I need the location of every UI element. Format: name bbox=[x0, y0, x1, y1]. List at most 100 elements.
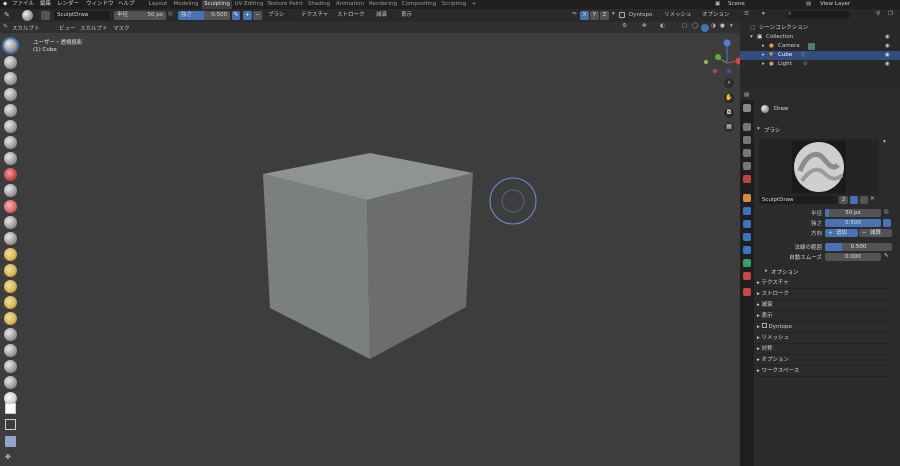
pinch-tool-icon[interactable] bbox=[4, 232, 17, 245]
scene-name[interactable]: Scene bbox=[728, 0, 745, 9]
rendered-shading-icon[interactable]: ● bbox=[720, 23, 725, 29]
xray-icon[interactable]: ▢ bbox=[682, 23, 687, 29]
expand-arrow-icon[interactable]: ▾ bbox=[750, 33, 753, 42]
boundary-tool-icon[interactable] bbox=[4, 344, 17, 357]
material-tab-icon[interactable] bbox=[743, 272, 751, 280]
new-collection-icon[interactable]: ❐ bbox=[888, 11, 893, 17]
panel-workspace[interactable]: ▸ ワークスペース bbox=[757, 366, 893, 377]
brush-dropdown[interactable]: ブラシ bbox=[265, 11, 297, 20]
scene-icon[interactable]: ▣ bbox=[715, 0, 720, 9]
menu-edit[interactable]: 編集 bbox=[40, 0, 51, 9]
menu-mask[interactable]: マスク bbox=[113, 24, 130, 32]
layer-tool-icon[interactable] bbox=[4, 104, 17, 117]
dyntopo-panel-checkbox[interactable] bbox=[761, 323, 767, 328]
texture-dropdown[interactable]: テクスチャ bbox=[298, 11, 332, 20]
menu-file[interactable]: ファイル bbox=[12, 0, 34, 9]
expand-arrow-icon[interactable]: ▸ bbox=[762, 42, 765, 51]
menu-sculpt[interactable]: スカルプト bbox=[80, 24, 108, 32]
options-sub-arrow-icon[interactable]: ▸ bbox=[765, 268, 768, 274]
draw-sharp-tool-icon[interactable] bbox=[4, 56, 17, 69]
panel-dyntopo[interactable]: ▸ Dyntopo bbox=[757, 322, 893, 333]
options-subpanel[interactable]: オプション bbox=[771, 268, 799, 276]
normal-radius-field[interactable]: 0.500 bbox=[825, 243, 892, 251]
tab-compositing[interactable]: Compositing bbox=[400, 0, 438, 9]
direction-sub-button[interactable]: − bbox=[253, 11, 262, 20]
visibility-eye-icon[interactable]: ◉ bbox=[885, 42, 890, 51]
brush-browse-icon[interactable] bbox=[41, 11, 50, 20]
view-layer-icon[interactable]: ▤ bbox=[806, 0, 811, 9]
transform-tool-icon[interactable]: ✥ bbox=[5, 453, 16, 461]
outliner-editor-icon[interactable]: ☰ bbox=[744, 11, 749, 17]
slide-relax-tool-icon[interactable] bbox=[4, 328, 17, 341]
grab-tool-icon[interactable] bbox=[4, 248, 17, 261]
box-mask-tool-icon[interactable] bbox=[5, 403, 16, 414]
particles-tab-icon[interactable] bbox=[743, 220, 751, 228]
visibility-eye-icon[interactable]: ◉ bbox=[885, 51, 890, 60]
autosmooth-field[interactable]: 0.000 bbox=[825, 253, 881, 261]
material-shading-icon[interactable]: ◑ bbox=[711, 23, 716, 29]
stroke-dropdown[interactable]: ストローク bbox=[334, 11, 370, 20]
menu-window[interactable]: ウィンドウ bbox=[86, 0, 114, 9]
tree-row-collection[interactable]: ▾ ▣ Collection ◉ bbox=[740, 33, 900, 42]
tool-tab-icon[interactable] bbox=[743, 104, 751, 112]
strength-pressure-icon[interactable] bbox=[883, 219, 891, 227]
gizmo-icon[interactable]: ✥ bbox=[642, 23, 647, 29]
display-dropdown[interactable]: 表示 bbox=[398, 11, 420, 20]
clay-tool-icon[interactable] bbox=[4, 72, 17, 85]
axis-z-toggle[interactable]: Z bbox=[600, 11, 609, 20]
radius-pressure-icon[interactable]: ◎ bbox=[884, 209, 889, 215]
world-tab-icon[interactable] bbox=[743, 175, 751, 183]
tab-modeling[interactable]: Modeling bbox=[171, 0, 201, 9]
pan-hand-icon[interactable]: ✋ bbox=[724, 93, 734, 103]
clay-strips-tool-icon[interactable] bbox=[4, 88, 17, 101]
solid-shading-icon[interactable] bbox=[701, 24, 709, 32]
expand-arrow-icon[interactable]: ▸ bbox=[762, 60, 765, 69]
blob-tool-icon[interactable] bbox=[4, 136, 17, 149]
remesh-dropdown[interactable]: リメッシュ bbox=[661, 11, 697, 20]
brush-section-arrow-icon[interactable]: ▾ bbox=[757, 126, 760, 132]
visibility-icon[interactable]: ⚙ bbox=[622, 23, 627, 29]
scrape-tool-icon[interactable] bbox=[4, 216, 17, 229]
modifiers-tab-icon[interactable] bbox=[743, 207, 751, 215]
tab-texture-paint[interactable]: Texture Paint bbox=[266, 0, 304, 9]
perspective-grid-icon[interactable]: ▦ bbox=[724, 122, 734, 132]
falloff-dropdown[interactable]: 減衰 bbox=[373, 11, 395, 20]
box-hide-tool-icon[interactable] bbox=[5, 419, 16, 430]
view-layer-tab-icon[interactable] bbox=[743, 149, 751, 157]
gizmo-neg-x[interactable] bbox=[712, 68, 718, 74]
shading-options-icon[interactable]: ▾ bbox=[730, 23, 733, 29]
brush-users-count[interactable]: 2 bbox=[839, 196, 848, 204]
dyntopo-dropdown[interactable]: Dyntopo bbox=[626, 11, 658, 20]
add-workspace-button[interactable]: + bbox=[470, 0, 478, 9]
tab-rendering[interactable]: Rendering bbox=[367, 0, 399, 9]
sculpt-mode-icon[interactable]: ✎ bbox=[4, 11, 10, 19]
mode-dropdown[interactable]: スカルプト bbox=[12, 24, 40, 32]
axis-x-toggle[interactable]: X bbox=[580, 11, 589, 20]
cloth-tool-icon[interactable] bbox=[4, 360, 17, 373]
object-tab-icon[interactable] bbox=[743, 194, 751, 202]
unlink-brush-icon[interactable]: ✕ bbox=[870, 196, 875, 202]
snake-hook-tool-icon[interactable] bbox=[4, 264, 17, 277]
tree-row-camera[interactable]: ▸ ● Camera ◉ bbox=[740, 42, 900, 51]
panel-falloff[interactable]: ▸ 減衰 bbox=[757, 300, 893, 311]
menu-view[interactable]: ビュー bbox=[59, 24, 76, 32]
smooth-tool-icon[interactable] bbox=[4, 168, 17, 181]
physics-tab-icon[interactable] bbox=[743, 233, 751, 241]
panel-stroke[interactable]: ▸ ストローク bbox=[757, 289, 893, 300]
panel-texture[interactable]: ▸ テクスチャ bbox=[757, 278, 893, 289]
output-tab-icon[interactable] bbox=[743, 136, 751, 144]
rotate-tool-icon[interactable] bbox=[4, 312, 17, 325]
brush-datablock-name[interactable]: SculptDraw bbox=[759, 196, 837, 204]
duplicate-brush-icon[interactable] bbox=[860, 196, 868, 204]
visibility-eye-icon[interactable]: ◉ bbox=[885, 33, 890, 42]
properties-editor-icon[interactable]: ▤ bbox=[744, 92, 749, 98]
draw-tool-icon[interactable] bbox=[4, 39, 17, 52]
visibility-eye-icon[interactable]: ◉ bbox=[885, 60, 890, 69]
wireframe-shading-icon[interactable]: ◯ bbox=[692, 23, 698, 29]
fake-user-icon[interactable] bbox=[850, 196, 858, 204]
thumb-tool-icon[interactable] bbox=[4, 280, 17, 293]
texture-tab-icon[interactable] bbox=[743, 288, 751, 296]
light-data-icon[interactable]: ⊙ bbox=[803, 60, 808, 69]
simplify-tool-icon[interactable] bbox=[4, 376, 17, 389]
crease-tool-icon[interactable] bbox=[4, 152, 17, 165]
